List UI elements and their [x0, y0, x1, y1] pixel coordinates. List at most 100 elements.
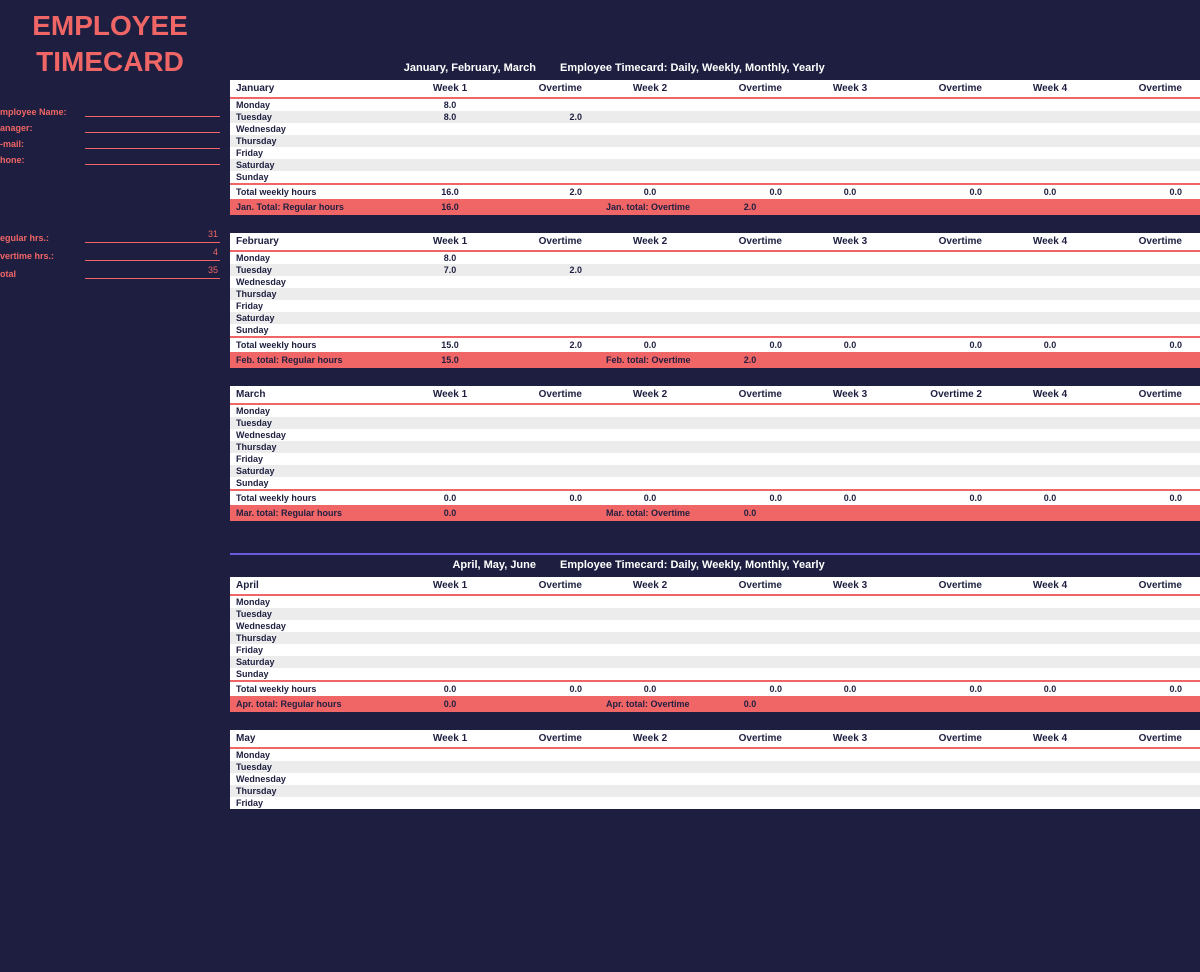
hours-cell[interactable]: 8.0 [400, 98, 500, 111]
hours-cell[interactable] [600, 773, 700, 785]
hours-cell[interactable] [700, 465, 800, 477]
hours-cell[interactable] [500, 123, 600, 135]
hours-cell[interactable] [400, 429, 500, 441]
hours-cell[interactable] [700, 264, 800, 276]
hours-cell[interactable] [800, 656, 900, 668]
hours-cell[interactable] [800, 773, 900, 785]
hours-cell[interactable] [500, 288, 600, 300]
hours-cell[interactable] [600, 595, 700, 608]
hours-cell[interactable] [600, 465, 700, 477]
hours-cell[interactable] [500, 644, 600, 656]
hours-cell[interactable] [400, 288, 500, 300]
hours-cell[interactable] [1100, 276, 1200, 288]
hours-cell[interactable] [500, 477, 600, 490]
hours-cell[interactable] [1000, 595, 1100, 608]
hours-cell[interactable] [700, 111, 800, 123]
hours-cell[interactable] [400, 644, 500, 656]
hours-cell[interactable] [600, 453, 700, 465]
hours-cell[interactable] [400, 761, 500, 773]
hours-cell[interactable] [800, 135, 900, 147]
hours-cell[interactable] [700, 785, 800, 797]
hours-cell[interactable] [500, 620, 600, 632]
hours-cell[interactable] [900, 147, 1000, 159]
hours-cell[interactable] [800, 171, 900, 184]
hours-cell[interactable] [800, 147, 900, 159]
hours-cell[interactable] [700, 288, 800, 300]
hours-cell[interactable] [500, 748, 600, 761]
hours-cell[interactable] [1100, 111, 1200, 123]
hours-cell[interactable] [1100, 417, 1200, 429]
hours-cell[interactable] [600, 644, 700, 656]
hours-cell[interactable] [1000, 135, 1100, 147]
hours-cell[interactable] [700, 632, 800, 644]
hours-cell[interactable] [800, 417, 900, 429]
hours-cell[interactable] [600, 797, 700, 809]
hours-cell[interactable] [1100, 785, 1200, 797]
hours-cell[interactable] [400, 608, 500, 620]
hours-cell[interactable] [800, 300, 900, 312]
hours-cell[interactable] [1100, 748, 1200, 761]
hours-cell[interactable] [800, 465, 900, 477]
hours-cell[interactable] [400, 312, 500, 324]
hours-cell[interactable] [600, 98, 700, 111]
hours-cell[interactable] [600, 620, 700, 632]
hours-cell[interactable] [600, 748, 700, 761]
hours-cell[interactable] [700, 135, 800, 147]
hours-cell[interactable] [800, 251, 900, 264]
hours-cell[interactable] [500, 797, 600, 809]
hours-cell[interactable] [800, 453, 900, 465]
hours-cell[interactable] [1100, 312, 1200, 324]
hours-cell[interactable] [600, 324, 700, 337]
hours-cell[interactable] [400, 632, 500, 644]
hours-cell[interactable] [1000, 417, 1100, 429]
hours-cell[interactable] [600, 656, 700, 668]
hours-cell[interactable] [900, 477, 1000, 490]
hours-cell[interactable] [1100, 404, 1200, 417]
hours-cell[interactable] [900, 135, 1000, 147]
hours-cell[interactable] [900, 668, 1000, 681]
hours-cell[interactable] [900, 288, 1000, 300]
hours-cell[interactable] [1100, 608, 1200, 620]
hours-cell[interactable] [500, 632, 600, 644]
hours-cell[interactable] [1000, 98, 1100, 111]
hours-cell[interactable] [1000, 429, 1100, 441]
hours-cell[interactable] [800, 98, 900, 111]
hours-cell[interactable] [1100, 251, 1200, 264]
hours-cell[interactable] [400, 595, 500, 608]
hours-cell[interactable] [600, 171, 700, 184]
hours-cell[interactable] [600, 135, 700, 147]
hours-cell[interactable] [500, 171, 600, 184]
hours-cell[interactable] [700, 417, 800, 429]
hours-cell[interactable] [600, 785, 700, 797]
hours-cell[interactable] [400, 773, 500, 785]
hours-cell[interactable] [500, 300, 600, 312]
hours-cell[interactable]: 7.0 [400, 264, 500, 276]
hours-cell[interactable] [700, 300, 800, 312]
hours-cell[interactable] [1000, 632, 1100, 644]
hours-cell[interactable] [900, 632, 1000, 644]
hours-cell[interactable] [400, 453, 500, 465]
hours-cell[interactable] [1100, 429, 1200, 441]
hours-cell[interactable] [600, 288, 700, 300]
hours-cell[interactable] [1000, 441, 1100, 453]
hours-cell[interactable] [600, 417, 700, 429]
hours-cell[interactable] [500, 608, 600, 620]
hours-cell[interactable] [500, 441, 600, 453]
hours-cell[interactable] [800, 644, 900, 656]
hours-cell[interactable] [1100, 123, 1200, 135]
hours-cell[interactable] [1000, 300, 1100, 312]
hours-cell[interactable] [400, 668, 500, 681]
hours-cell[interactable] [600, 477, 700, 490]
hours-cell[interactable] [900, 595, 1000, 608]
hours-cell[interactable] [1100, 761, 1200, 773]
hours-cell[interactable] [700, 147, 800, 159]
hours-cell[interactable] [800, 312, 900, 324]
hours-cell[interactable] [800, 276, 900, 288]
hours-cell[interactable] [800, 620, 900, 632]
hours-cell[interactable] [800, 668, 900, 681]
hours-cell[interactable]: 8.0 [400, 111, 500, 123]
hours-cell[interactable] [500, 429, 600, 441]
hours-cell[interactable] [900, 98, 1000, 111]
hours-cell[interactable] [1100, 288, 1200, 300]
hours-cell[interactable] [1100, 656, 1200, 668]
